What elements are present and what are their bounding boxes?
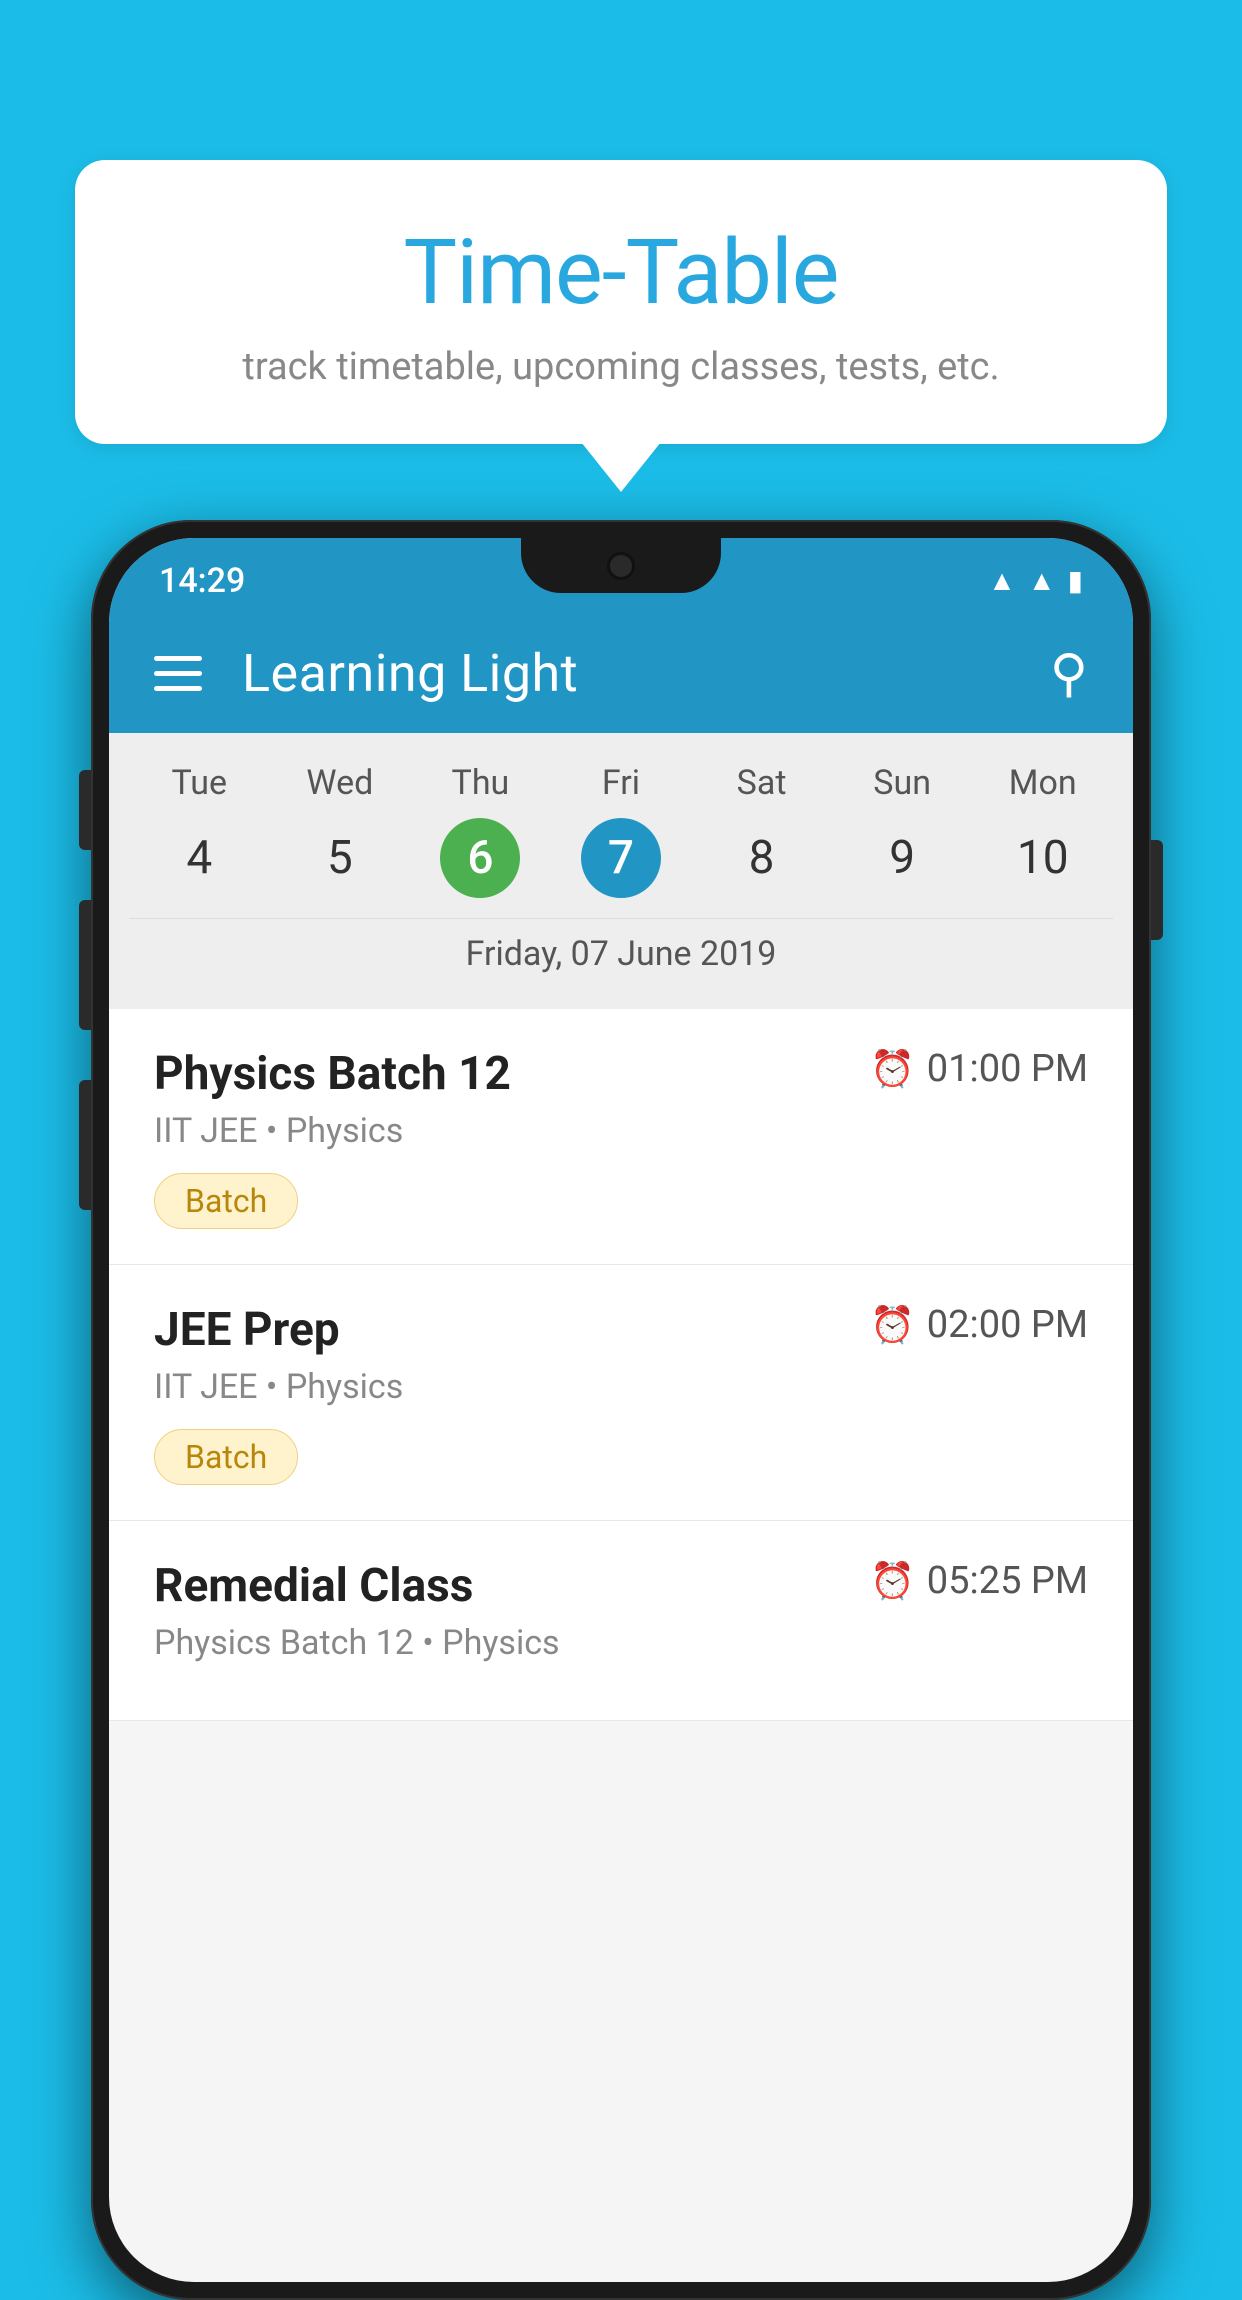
schedule-item-3-time: ⏰ 05:25 PM	[870, 1559, 1088, 1603]
schedule-item-2[interactable]: JEE Prep ⏰ 02:00 PM IIT JEE • Physics Ba…	[109, 1265, 1133, 1521]
schedule-item-1[interactable]: Physics Batch 12 ⏰ 01:00 PM IIT JEE • Ph…	[109, 1009, 1133, 1265]
status-time: 14:29	[159, 561, 245, 601]
phone-volume-down-button	[79, 1080, 91, 1210]
app-title: Learning Light	[242, 643, 1010, 704]
phone-device: 14:29 ▲ ▲ ▮ Learning Light ⚲	[91, 520, 1151, 2300]
day-9[interactable]: 9	[832, 818, 973, 898]
battery-icon: ▮	[1068, 564, 1083, 597]
schedule-item-2-time: ⏰ 02:00 PM	[870, 1303, 1088, 1347]
schedule-item-2-badge: Batch	[154, 1429, 298, 1485]
day-headers: Tue Wed Thu Fri Sat Sun Mon	[129, 763, 1113, 803]
schedule-item-1-time: ⏰ 01:00 PM	[870, 1047, 1088, 1091]
schedule-item-3[interactable]: Remedial Class ⏰ 05:25 PM Physics Batch …	[109, 1521, 1133, 1721]
day-header-sat: Sat	[691, 763, 832, 803]
clock-icon-3: ⏰	[870, 1560, 915, 1602]
schedule-item-3-header: Remedial Class ⏰ 05:25 PM	[154, 1559, 1088, 1613]
day-5[interactable]: 5	[270, 818, 411, 898]
schedule-item-1-badge: Batch	[154, 1173, 298, 1229]
day-6-today[interactable]: 6	[440, 818, 520, 898]
day-header-wed: Wed	[270, 763, 411, 803]
schedule-item-1-time-text: 01:00 PM	[927, 1047, 1088, 1091]
phone-outer: 14:29 ▲ ▲ ▮ Learning Light ⚲	[91, 520, 1151, 2300]
day-10[interactable]: 10	[972, 818, 1113, 898]
day-header-mon: Mon	[972, 763, 1113, 803]
schedule-item-2-header: JEE Prep ⏰ 02:00 PM	[154, 1303, 1088, 1357]
phone-notch	[521, 538, 721, 593]
phone-screen: 14:29 ▲ ▲ ▮ Learning Light ⚲	[109, 538, 1133, 2282]
day-header-sun: Sun	[832, 763, 973, 803]
day-4[interactable]: 4	[129, 818, 270, 898]
day-7-selected[interactable]: 7	[581, 818, 661, 898]
schedule-list: Physics Batch 12 ⏰ 01:00 PM IIT JEE • Ph…	[109, 1009, 1133, 1721]
phone-power-button	[1151, 840, 1163, 940]
schedule-item-3-time-text: 05:25 PM	[927, 1559, 1088, 1603]
wifi-icon: ▲	[988, 564, 1016, 597]
schedule-item-2-subtitle: IIT JEE • Physics	[154, 1367, 1088, 1407]
schedule-item-1-title: Physics Batch 12	[154, 1047, 511, 1101]
clock-icon-1: ⏰	[870, 1048, 915, 1090]
selected-date-label: Friday, 07 June 2019	[129, 918, 1113, 999]
phone-volume-up-button	[79, 900, 91, 1030]
schedule-item-3-title: Remedial Class	[154, 1559, 473, 1613]
menu-button[interactable]	[154, 656, 202, 691]
schedule-item-2-title: JEE Prep	[154, 1303, 340, 1357]
day-8[interactable]: 8	[691, 818, 832, 898]
day-numbers: 4 5 6 7 8 9 10	[129, 818, 1113, 898]
phone-camera	[607, 552, 635, 580]
phone-mute-button	[79, 770, 91, 850]
schedule-item-2-time-text: 02:00 PM	[927, 1303, 1088, 1347]
signal-icon: ▲	[1028, 564, 1056, 597]
schedule-item-1-subtitle: IIT JEE • Physics	[154, 1111, 1088, 1151]
search-button[interactable]: ⚲	[1050, 643, 1088, 704]
tooltip-title: Time-Table	[125, 220, 1117, 325]
tooltip-subtitle: track timetable, upcoming classes, tests…	[125, 345, 1117, 389]
day-header-fri: Fri	[551, 763, 692, 803]
clock-icon-2: ⏰	[870, 1304, 915, 1346]
schedule-item-1-header: Physics Batch 12 ⏰ 01:00 PM	[154, 1047, 1088, 1101]
day-header-tue: Tue	[129, 763, 270, 803]
schedule-item-3-subtitle: Physics Batch 12 • Physics	[154, 1623, 1088, 1663]
app-bar: Learning Light ⚲	[109, 613, 1133, 733]
day-header-thu: Thu	[410, 763, 551, 803]
tooltip-card: Time-Table track timetable, upcoming cla…	[75, 160, 1167, 444]
calendar-strip: Tue Wed Thu Fri Sat Sun Mon 4 5 6 7 8 9 …	[109, 733, 1133, 1009]
status-icons: ▲ ▲ ▮	[988, 564, 1083, 597]
